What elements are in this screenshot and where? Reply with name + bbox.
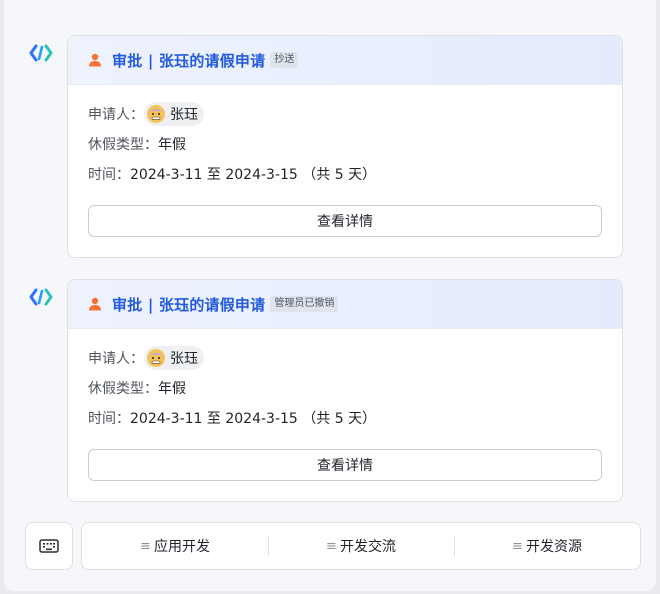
menu-icon: ≡ [140, 538, 151, 554]
keyboard-icon [39, 539, 59, 553]
time-value: 2024-3-11 至 2024-3-15 （共 5 天） [130, 167, 377, 183]
quick-menu: ≡ 应用开发 ≡ 开发交流 ≡ 开发资源 [81, 522, 641, 570]
menu-icon: ≡ [512, 538, 523, 554]
avatar [147, 349, 165, 367]
time-value: 2024-3-11 至 2024-3-15 （共 5 天） [130, 411, 377, 427]
keyboard-button[interactable] [25, 522, 73, 570]
leave-type-value: 年假 [158, 137, 186, 153]
applicant-label: 申请人： [88, 351, 144, 367]
leave-type-label: 休假类型： [88, 137, 158, 153]
applicant-label: 申请人： [88, 107, 144, 123]
approval-card: 审批 | 张珏的请假申请 管理员已撤销 申请人： 张珏 休假类型： 年假 时间：… [67, 279, 623, 502]
card-body: 申请人： 张珏 休假类型： 年假 时间： 2024-3-11 至 2024-3-… [68, 85, 622, 257]
applicant-name: 张珏 [170, 107, 198, 123]
card-header: 审批 | 张珏的请假申请 管理员已撤销 [68, 280, 622, 329]
applicant-chip[interactable]: 张珏 [144, 102, 204, 126]
leave-type-label: 休假类型： [88, 381, 158, 397]
leave-type-row: 休假类型： 年假 [88, 373, 602, 403]
time-row: 时间： 2024-3-11 至 2024-3-15 （共 5 天） [88, 159, 602, 189]
status-tag: 抄送 [270, 52, 299, 68]
user-icon [89, 297, 101, 311]
menu-item-label: 应用开发 [153, 539, 210, 555]
bot-logo-icon [29, 288, 53, 306]
status-tag: 管理员已撤销 [270, 296, 339, 312]
menu-item-label: 开发资源 [525, 539, 582, 555]
leave-type-row: 休假类型： 年假 [88, 129, 602, 159]
approval-card: 审批 | 张珏的请假申请 抄送 申请人： 张珏 休假类型： 年假 时间： 202… [67, 35, 623, 258]
card-title[interactable]: 审批 | 张珏的请假申请 [112, 294, 265, 315]
card-title[interactable]: 审批 | 张珏的请假申请 [112, 50, 265, 71]
user-icon [89, 53, 101, 67]
leave-type-value: 年假 [158, 381, 186, 397]
view-details-button[interactable]: 查看详情 [88, 205, 602, 237]
time-label: 时间： [88, 167, 130, 183]
menu-item-label: 开发交流 [339, 539, 396, 555]
applicant-row: 申请人： 张珏 [88, 343, 602, 373]
bot-logo-icon [29, 44, 53, 62]
menu-icon: ≡ [326, 538, 337, 554]
avatar [147, 105, 165, 123]
view-details-button[interactable]: 查看详情 [88, 449, 602, 481]
time-label: 时间： [88, 411, 130, 427]
chat-frame: 审批 | 张珏的请假申请 抄送 申请人： 张珏 休假类型： 年假 时间： 202… [4, 0, 656, 591]
card-header: 审批 | 张珏的请假申请 抄送 [68, 36, 622, 85]
menu-item-dev-exchange[interactable]: ≡ 开发交流 [268, 522, 454, 570]
menu-item-dev-resources[interactable]: ≡ 开发资源 [454, 522, 640, 570]
time-row: 时间： 2024-3-11 至 2024-3-15 （共 5 天） [88, 403, 602, 433]
card-body: 申请人： 张珏 休假类型： 年假 时间： 2024-3-11 至 2024-3-… [68, 329, 622, 501]
applicant-chip[interactable]: 张珏 [144, 346, 204, 370]
applicant-row: 申请人： 张珏 [88, 99, 602, 129]
applicant-name: 张珏 [170, 351, 198, 367]
menu-item-app-development[interactable]: ≡ 应用开发 [82, 522, 268, 570]
